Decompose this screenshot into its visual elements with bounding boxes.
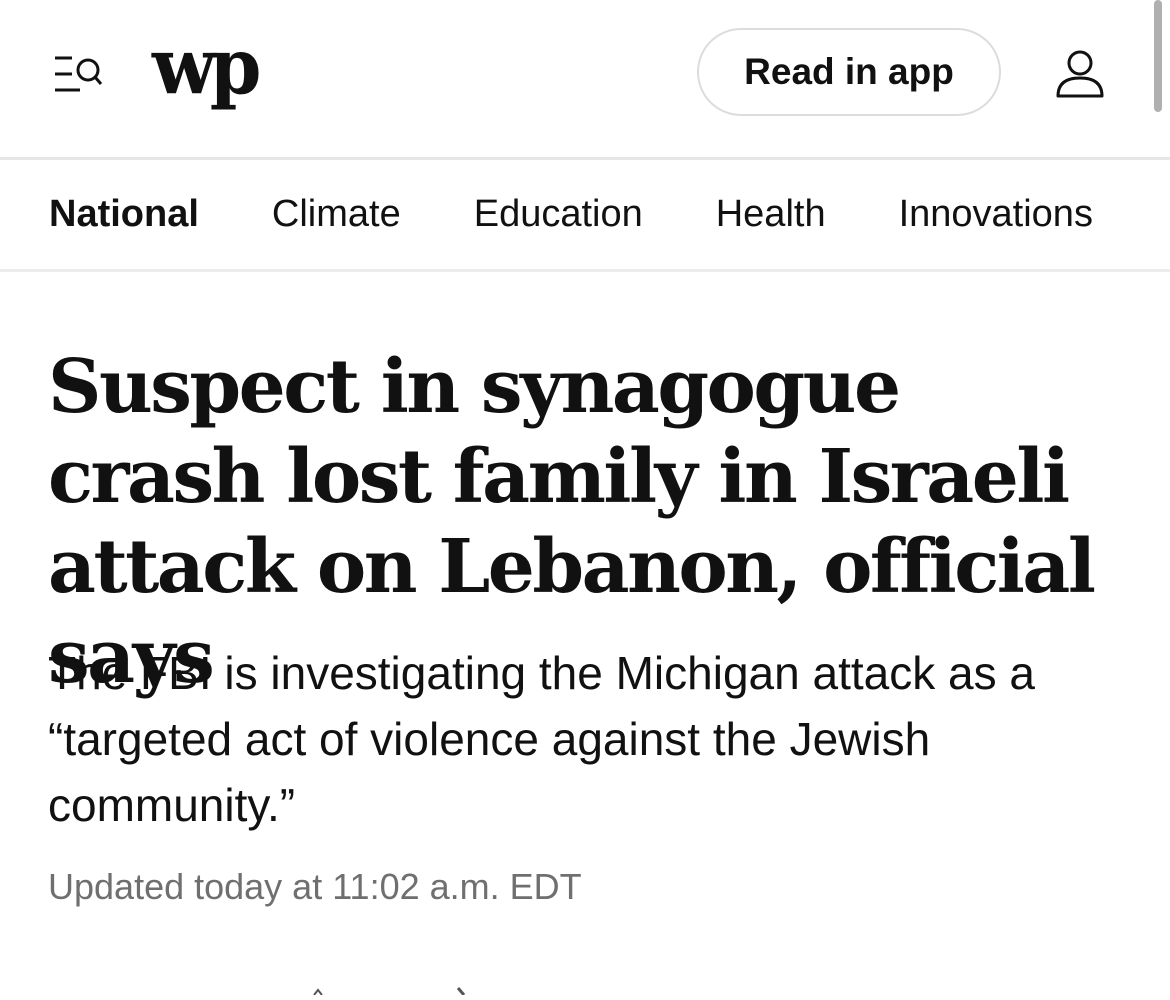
nav-item-innovations[interactable]: Innovations: [899, 193, 1093, 236]
content-peek: [300, 982, 480, 996]
nav-item-climate[interactable]: Climate: [272, 193, 401, 236]
nav-item-education[interactable]: Education: [474, 193, 643, 236]
nav-item-health[interactable]: Health: [716, 193, 826, 236]
scrollbar-thumb[interactable]: [1154, 0, 1162, 112]
read-in-app-button[interactable]: Read in app: [697, 28, 1001, 116]
washington-post-logo[interactable]: wp: [152, 28, 261, 106]
menu-search-icon[interactable]: [50, 50, 106, 98]
top-bar: wp Read in app: [0, 0, 1170, 160]
nav-item-national[interactable]: National: [49, 193, 199, 236]
article-timestamp: Updated today at 11:02 a.m. EDT: [48, 866, 582, 907]
user-icon[interactable]: [1054, 48, 1106, 100]
article-dek: The FBI is investigating the Michigan at…: [48, 647, 1035, 831]
section-nav: National Climate Education Health Innova…: [0, 160, 1170, 272]
